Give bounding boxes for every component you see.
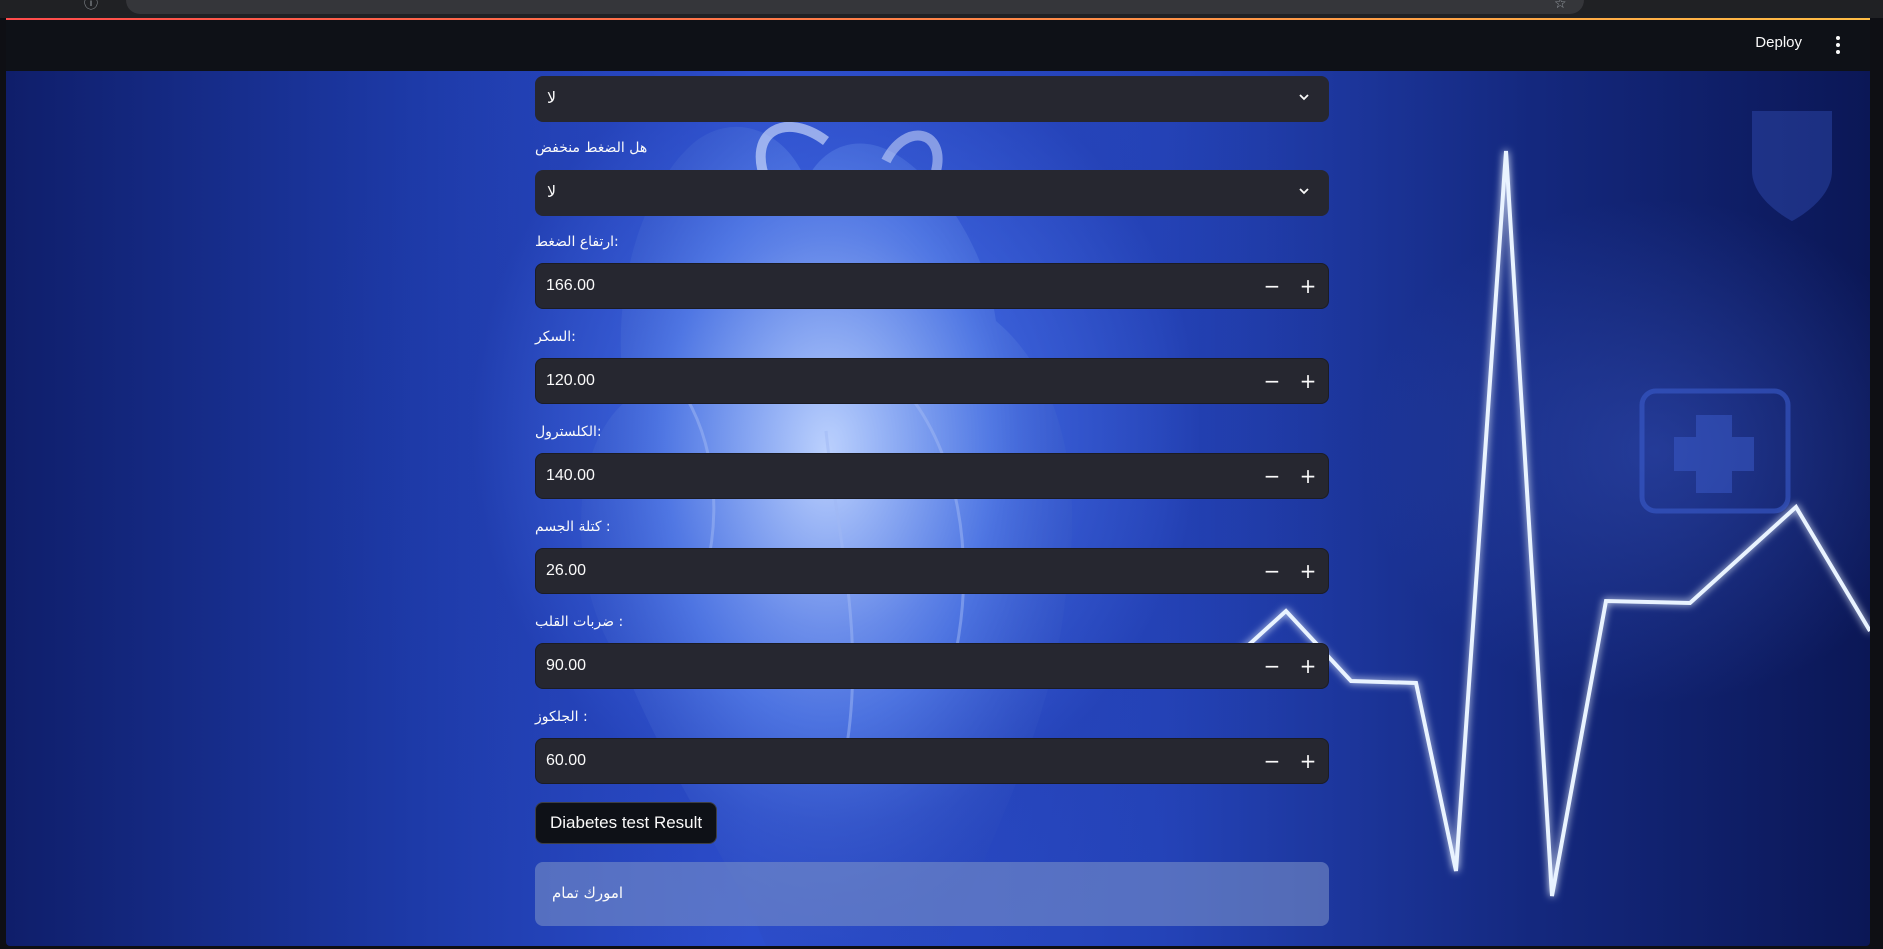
browser-toolbar: ⓘ ☆	[0, 0, 1883, 20]
info-icon[interactable]: ⓘ	[84, 0, 98, 10]
blood-pressure-label: ارتفاع الضغط:	[535, 234, 619, 250]
heart-rate-label: ضربات القلب :	[535, 614, 624, 630]
decrement-button[interactable]: −	[1254, 264, 1290, 308]
kebab-menu-icon[interactable]	[1832, 36, 1844, 56]
select-value: لا	[547, 184, 557, 201]
chevron-down-icon	[1299, 188, 1309, 195]
result-text: امورك تمام	[552, 884, 624, 902]
decrement-button[interactable]: −	[1254, 454, 1290, 498]
diabetes-result-button[interactable]: Diabetes test Result	[535, 802, 718, 844]
app-header: Deploy	[6, 20, 1870, 71]
glucose-input[interactable]	[536, 739, 1250, 783]
bmi-input[interactable]	[536, 549, 1250, 593]
blood-pressure-field: − +	[535, 263, 1329, 309]
bmi-field: − +	[535, 548, 1329, 594]
streamlit-app: Deploy لا هل الضغط منخفض لا ارتفاع الضغط…	[6, 20, 1870, 946]
increment-button[interactable]: +	[1290, 549, 1326, 593]
ecg-line	[1240, 150, 1870, 897]
increment-button[interactable]: +	[1290, 644, 1326, 688]
cholesterol-label: الكلسترول:	[535, 424, 602, 440]
increment-button[interactable]: +	[1290, 359, 1326, 403]
bookmark-star-icon[interactable]: ☆	[1554, 0, 1567, 10]
cholesterol-field: − +	[535, 453, 1329, 499]
low-pressure-select[interactable]: لا	[535, 170, 1329, 216]
chevron-down-icon	[1299, 94, 1309, 101]
decrement-button[interactable]: −	[1254, 359, 1290, 403]
prediction-form: لا هل الضغط منخفض لا ارتفاع الضغط: − + ا…	[535, 20, 1329, 946]
decrement-button[interactable]: −	[1254, 549, 1290, 593]
select-box-1[interactable]: لا	[535, 76, 1329, 122]
result-alert: امورك تمام	[535, 862, 1329, 926]
decrement-button[interactable]: −	[1254, 739, 1290, 783]
glucose-label: الجلكوز :	[535, 709, 588, 725]
blood-pressure-input[interactable]	[536, 264, 1250, 308]
low-pressure-label: هل الضغط منخفض	[535, 140, 648, 156]
cholesterol-input[interactable]	[536, 454, 1250, 498]
deploy-button[interactable]: Deploy	[1755, 34, 1802, 51]
heart-rate-input[interactable]	[536, 644, 1250, 688]
bmi-label: كتلة الجسم :	[535, 519, 611, 535]
glucose-field: − +	[535, 738, 1329, 784]
sugar-field: − +	[535, 358, 1329, 404]
increment-button[interactable]: +	[1290, 454, 1326, 498]
decrement-button[interactable]: −	[1254, 644, 1290, 688]
increment-button[interactable]: +	[1290, 739, 1326, 783]
sugar-input[interactable]	[536, 359, 1250, 403]
increment-button[interactable]: +	[1290, 264, 1326, 308]
sugar-label: السكر:	[535, 329, 576, 345]
select-value: لا	[547, 90, 557, 107]
address-bar[interactable]	[126, 0, 1584, 14]
heart-rate-field: − +	[535, 643, 1329, 689]
